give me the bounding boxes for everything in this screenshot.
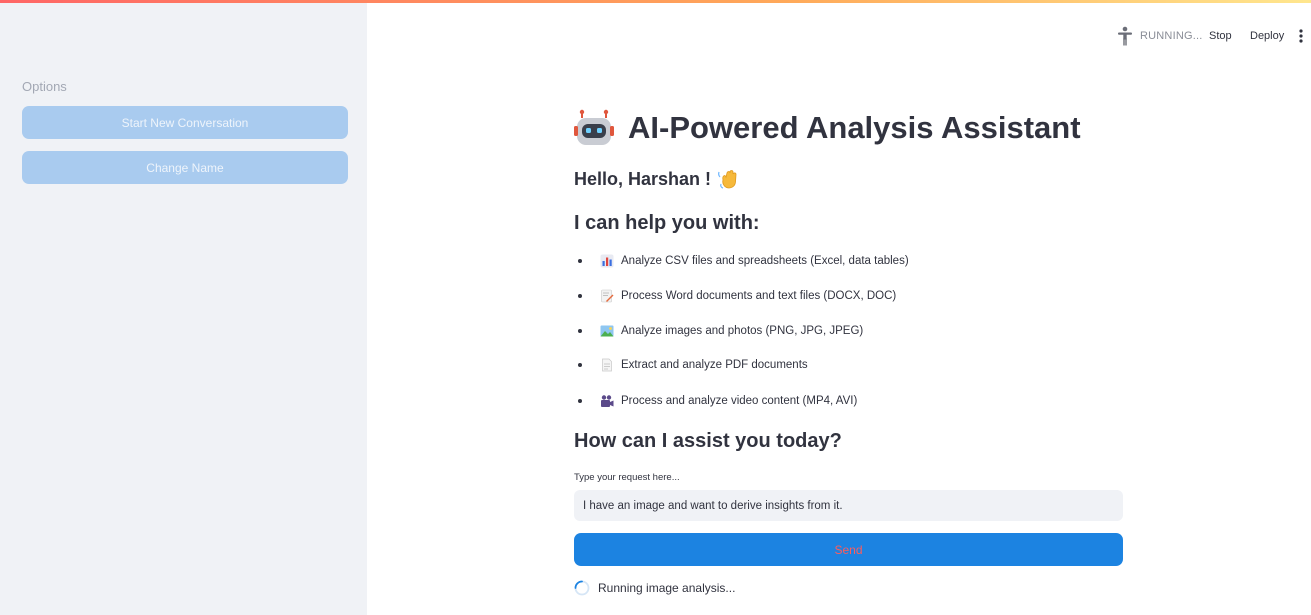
video-camera-icon [601,395,614,407]
sidebar: Options Start New Conversation Change Na… [0,3,367,615]
feature-list-item: Analyze CSV files and spreadsheets (Exce… [574,254,909,268]
change-name-button[interactable]: Change Name [22,151,348,184]
page-title-row: AI-Powered Analysis Assistant [574,108,1081,148]
feature-list-item: Process Word documents and text files (D… [574,289,896,303]
bullet [578,294,582,298]
page-icon [602,358,612,372]
request-input[interactable] [574,490,1123,521]
feature-text: Analyze images and photos (PNG, JPG, JPE… [621,325,864,337]
bar-chart-icon [600,254,614,268]
running-status: RUNNING... [1140,30,1203,42]
sidebar-heading: Options [22,79,67,94]
bullet [578,363,582,367]
feature-text: Analyze CSV files and spreadsheets (Exce… [621,255,909,267]
greeting-text: Hello, Harshan ! [574,168,712,189]
request-input-label: Type your request here... [574,472,680,483]
send-button[interactable]: Send [574,533,1123,566]
feature-list-item: Analyze images and photos (PNG, JPG, JPE… [574,324,863,338]
status-spinner-row: Running image analysis... [574,580,735,596]
greeting: Hello, Harshan ! [574,168,739,190]
deploy-button[interactable]: Deploy [1250,30,1284,42]
picture-icon [600,325,614,337]
memo-icon [601,289,614,303]
spinner-text: Running image analysis... [598,581,736,595]
running-person-icon [1118,26,1132,46]
bullet [578,329,582,333]
feature-list-item: Extract and analyze PDF documents [574,358,808,372]
feature-text: Process Word documents and text files (D… [621,290,897,302]
page-title: AI-Powered Analysis Assistant [628,110,1081,145]
bullet [578,259,582,263]
help-heading: I can help you with: [574,212,760,234]
feature-text: Process and analyze video content (MP4, … [621,395,858,407]
waving-hand-icon [718,170,737,189]
feature-text: Extract and analyze PDF documents [621,359,808,371]
loading-spinner-icon [574,580,590,596]
assist-heading: How can I assist you today? [574,430,842,452]
stop-button[interactable]: Stop [1209,30,1232,42]
robot-icon [574,109,614,145]
bullet [578,399,582,403]
feature-list-item: Process and analyze video content (MP4, … [574,394,857,408]
start-new-conversation-button[interactable]: Start New Conversation [22,106,348,139]
more-vert-icon[interactable] [1298,28,1304,44]
